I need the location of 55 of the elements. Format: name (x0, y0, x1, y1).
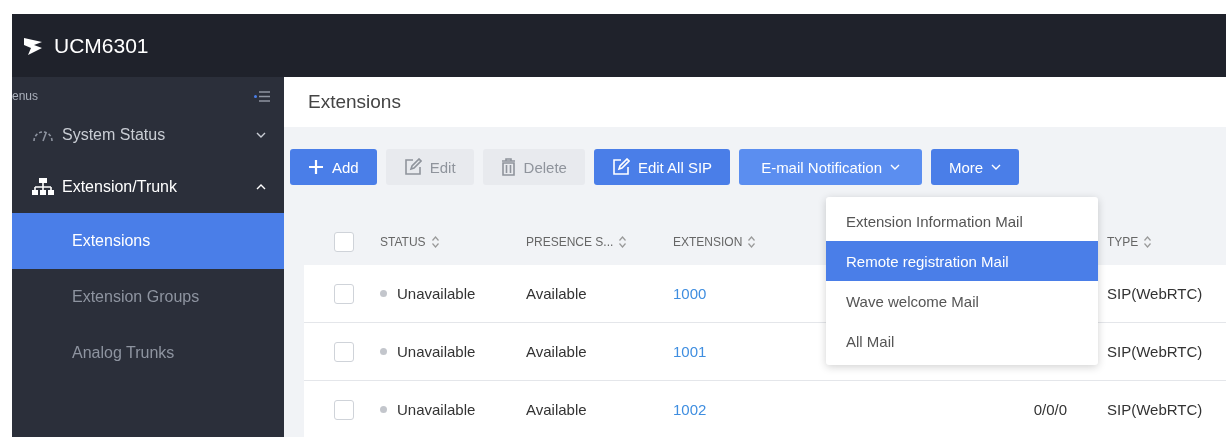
chevron-icon (256, 184, 266, 190)
gauge-icon (32, 128, 54, 142)
row-checkbox[interactable] (334, 399, 354, 420)
sort-icon[interactable] (748, 236, 756, 248)
sidebar-item[interactable]: Analog Trunks (12, 325, 284, 381)
toolbar-button[interactable]: Edit All SIP (593, 149, 731, 185)
column-header: PRESENCE S... (526, 235, 614, 249)
app-title: UCM6301 (54, 33, 149, 58)
table-cell: Unavailable (397, 343, 476, 360)
chevron-icon (256, 132, 266, 138)
table-cell: 0/0/0 (1033, 401, 1067, 418)
caret-icon (890, 164, 900, 170)
table-cell: Available (526, 285, 587, 302)
page-title: Extensions (308, 91, 401, 113)
sidebar-group[interactable]: System Status (12, 109, 284, 161)
menus-label: enus (12, 89, 39, 103)
table-cell: Unavailable (397, 401, 476, 418)
table-cell: SIP(WebRTC) (1107, 285, 1203, 302)
column-header: TYPE (1107, 235, 1139, 249)
menu-item[interactable]: Wave welcome Mail (826, 281, 1098, 321)
trash-icon (500, 158, 516, 176)
menu-item[interactable]: All Mail (826, 321, 1098, 361)
status-dot (380, 290, 387, 297)
sort-icon[interactable] (619, 236, 627, 248)
network-icon (32, 178, 54, 196)
menu-item[interactable]: Extension Information Mail (826, 201, 1098, 241)
toolbar-button[interactable]: Add (290, 149, 377, 185)
status-dot (380, 406, 387, 413)
sidebar-group[interactable]: Extension/Trunk (12, 161, 284, 213)
collapse-menu-icon[interactable] (254, 90, 270, 102)
row-checkbox[interactable] (334, 283, 354, 304)
caret-icon (991, 164, 1002, 170)
status-dot (380, 348, 387, 355)
sidebar-item[interactable]: Extension Groups (12, 269, 284, 325)
toolbar-button[interactable]: More (931, 149, 1020, 185)
table-cell: Unavailable (397, 285, 476, 302)
select-all-checkbox[interactable] (334, 232, 354, 252)
extension-link[interactable]: 1001 (673, 343, 707, 360)
plus-icon (308, 159, 324, 175)
row-checkbox[interactable] (334, 341, 354, 362)
sidebar-item[interactable]: Extensions (12, 213, 284, 269)
extension-link[interactable]: 1002 (673, 401, 707, 418)
column-header: EXTENSION (673, 235, 743, 249)
table-cell: SIP(WebRTC) (1107, 343, 1203, 360)
extension-link[interactable]: 1000 (673, 285, 707, 302)
edit-icon (611, 158, 630, 176)
toolbar-button[interactable]: E-mail Notification (739, 149, 922, 185)
sort-icon[interactable] (431, 236, 439, 248)
table-cell: Available (526, 343, 587, 360)
column-header: STATUS (380, 235, 426, 249)
menu-item[interactable]: Remote registration Mail (826, 241, 1098, 281)
edit-icon (403, 158, 422, 176)
sort-icon[interactable] (1144, 236, 1152, 248)
table-cell: Available (526, 401, 587, 418)
table-cell: SIP(WebRTC) (1107, 401, 1203, 418)
